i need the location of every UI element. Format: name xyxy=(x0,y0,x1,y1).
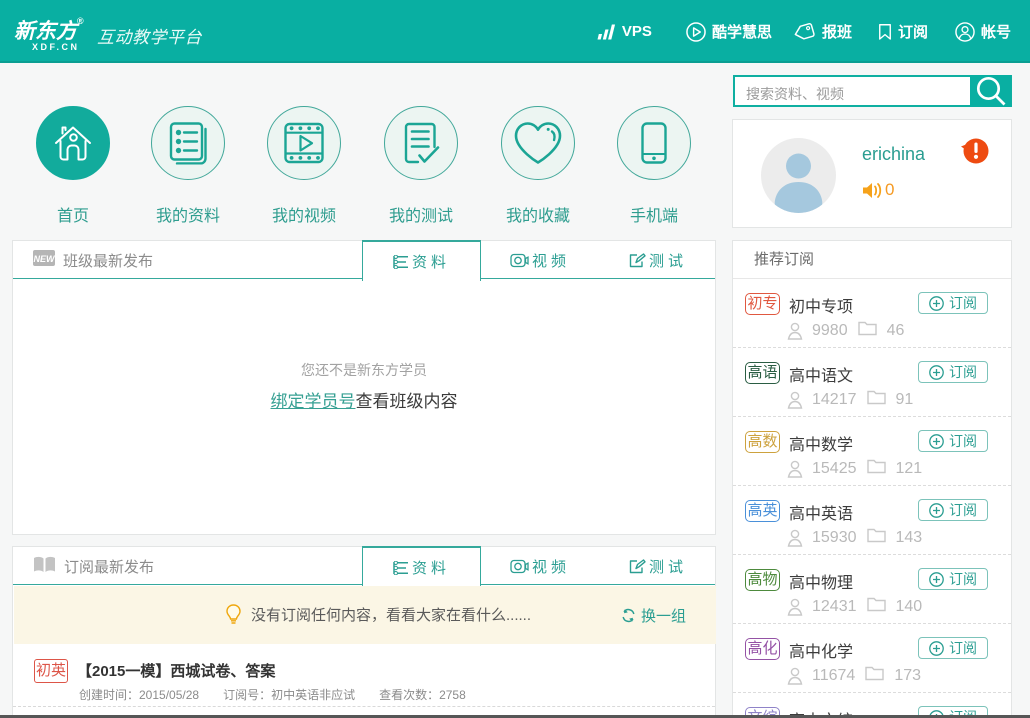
svg-text:NEW: NEW xyxy=(34,254,56,264)
